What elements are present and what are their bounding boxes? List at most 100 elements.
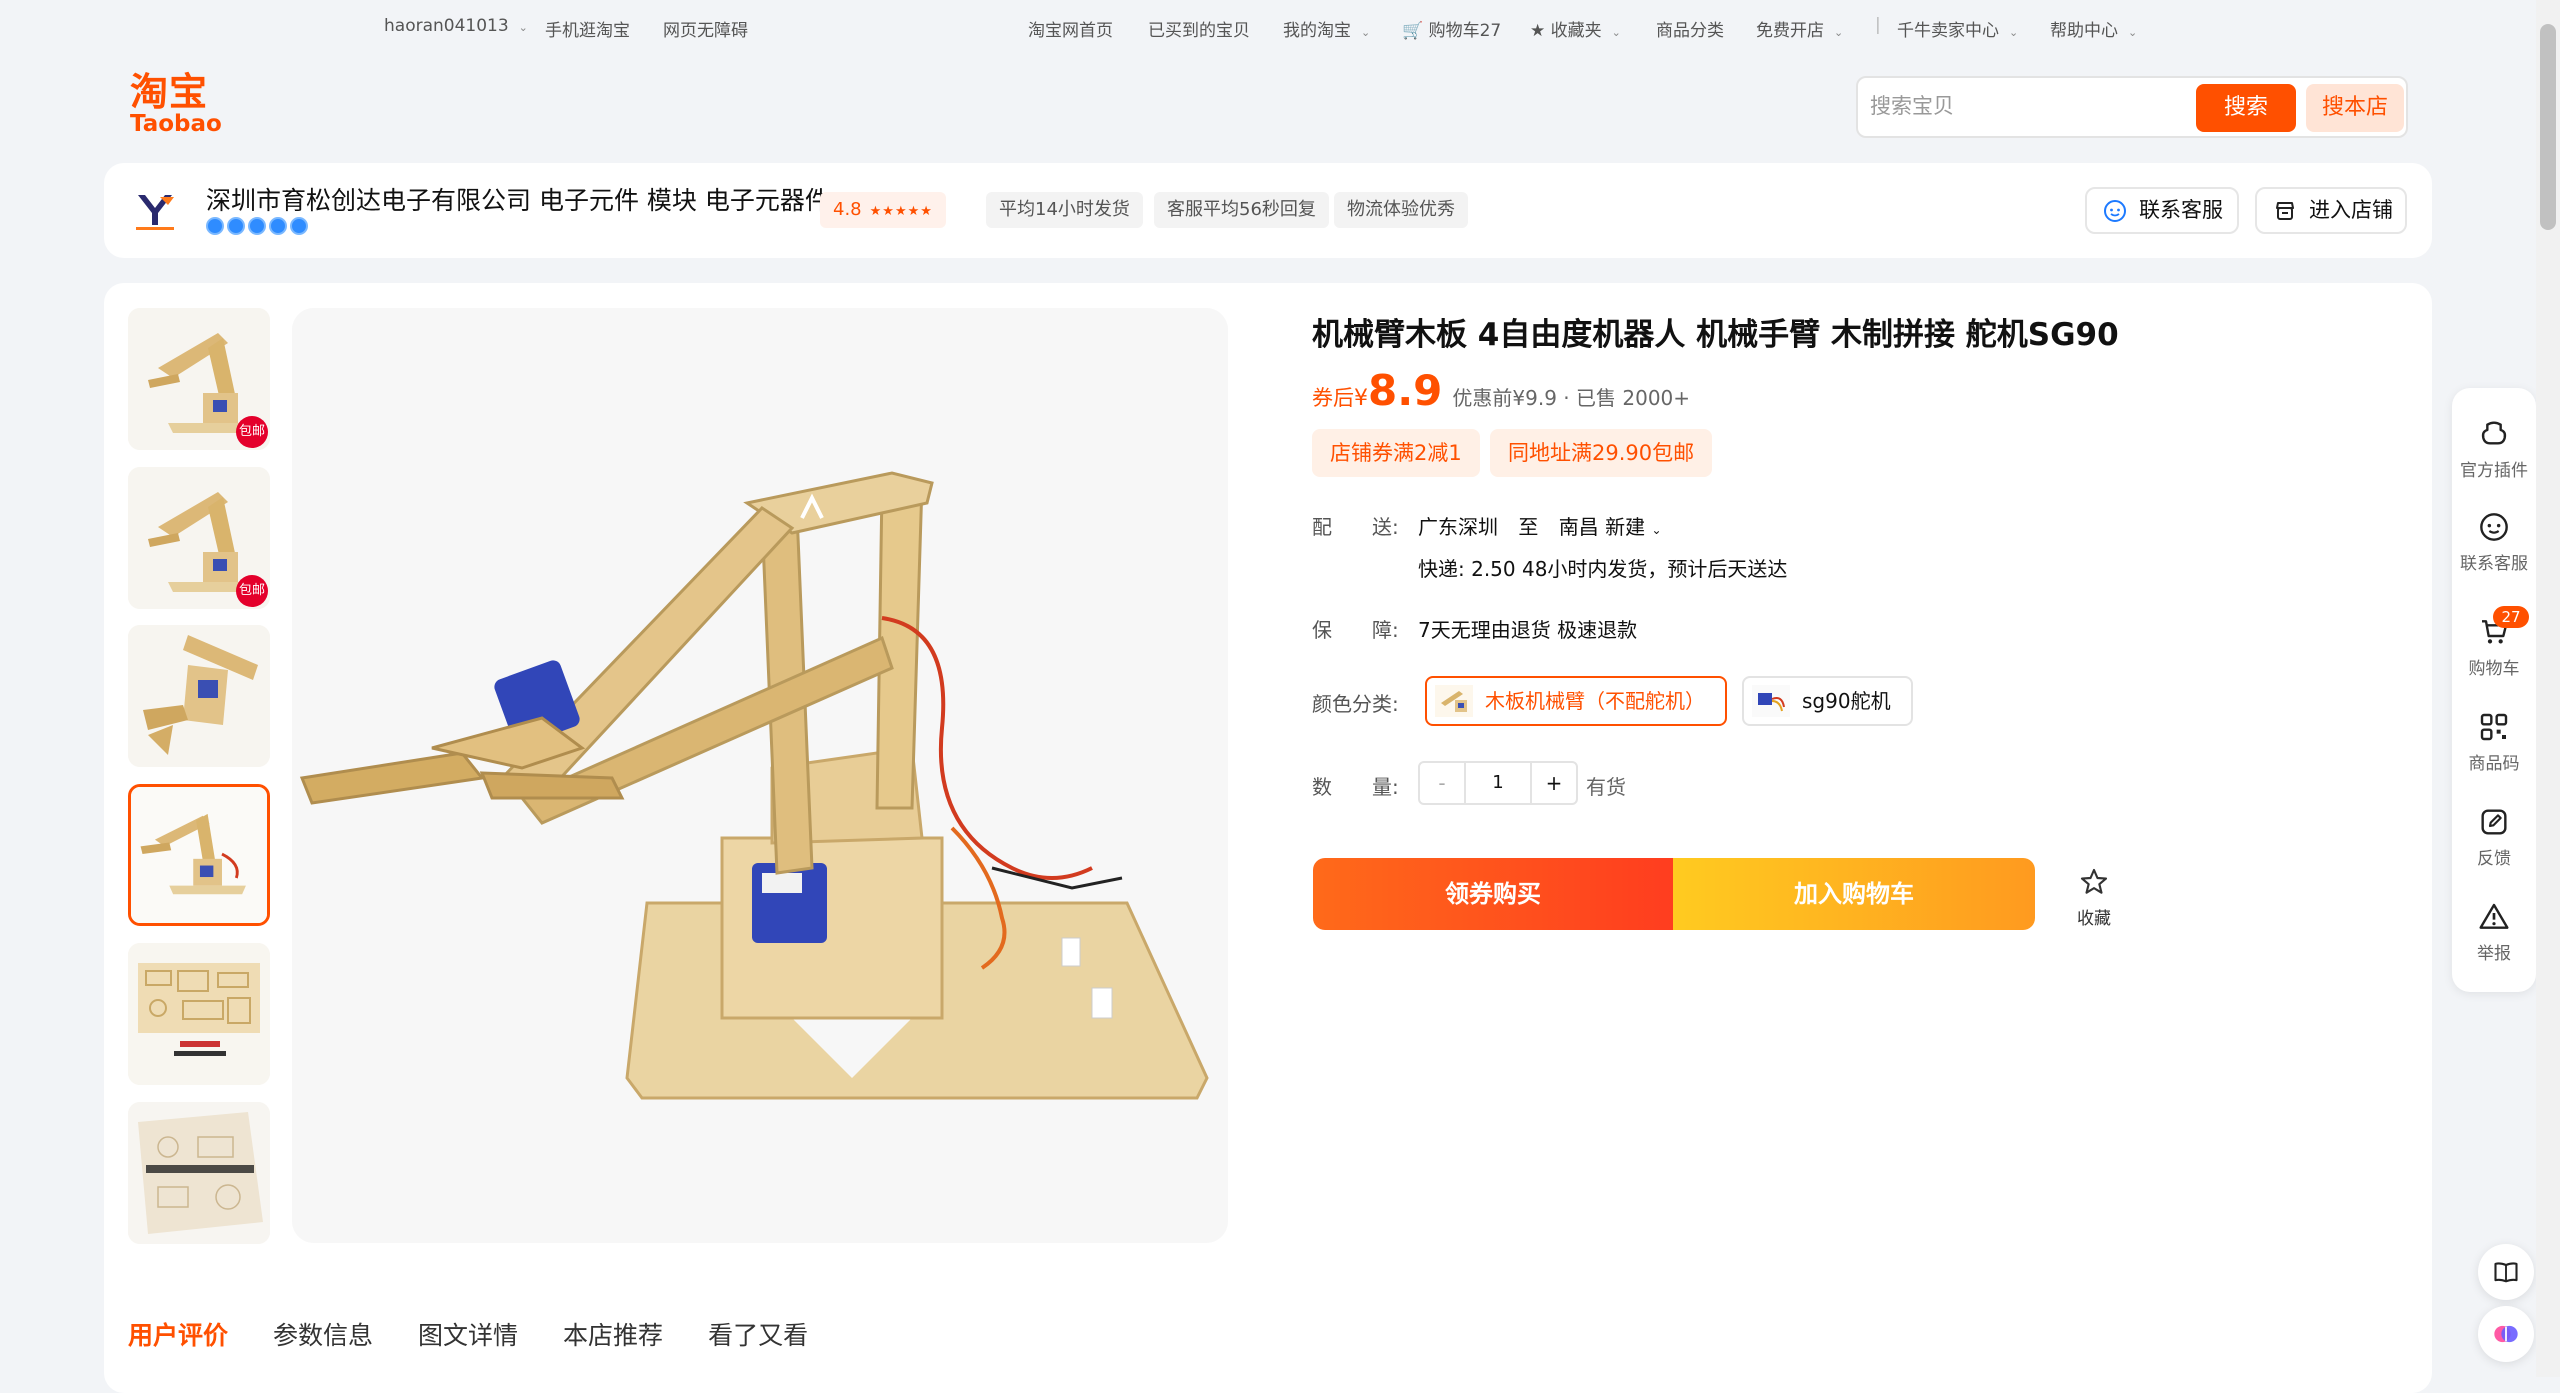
bought-items-link[interactable]: 已买到的宝贝 bbox=[1148, 16, 1250, 41]
taobao-home-link[interactable]: 淘宝网首页 bbox=[1028, 16, 1113, 41]
nav-divider: | bbox=[1875, 15, 1881, 35]
cart-label: 购物车 bbox=[2468, 659, 2520, 679]
enter-shop-button[interactable]: 进入店铺 bbox=[2255, 187, 2407, 234]
coupon-chip[interactable]: 店铺券满2减1 bbox=[1312, 429, 1480, 477]
taobao-logo[interactable]: 淘宝 Taobao bbox=[130, 72, 230, 136]
warning-icon bbox=[2479, 903, 2509, 929]
my-taobao-text: 我的淘宝 bbox=[1283, 21, 1351, 41]
open-shop-link[interactable]: 免费开店 ⌄ bbox=[1756, 16, 1843, 41]
rating-stars-icon: ★★★★★ bbox=[869, 204, 933, 219]
ship-from: 广东深圳 bbox=[1418, 515, 1498, 539]
official-plugin-button[interactable]: 官方插件 bbox=[2452, 418, 2536, 481]
color-label: 颜色分类: bbox=[1312, 692, 1399, 716]
logo-en: Taobao bbox=[130, 111, 222, 137]
cart-link[interactable]: 🛒 购物车27 bbox=[1402, 16, 1501, 41]
shop-rating: 4.8 ★★★★★ bbox=[820, 192, 946, 228]
seller-center-text: 千牛卖家中心 bbox=[1897, 21, 1999, 41]
quantity-plus-button[interactable]: + bbox=[1530, 763, 1576, 803]
tab-also-viewed[interactable]: 看了又看 bbox=[708, 1316, 808, 1352]
username-text: haoran041013 bbox=[384, 16, 509, 36]
my-taobao-link[interactable]: 我的淘宝 ⌄ bbox=[1283, 16, 1370, 41]
scrollbar-thumb[interactable] bbox=[2540, 24, 2556, 230]
qrcode-button[interactable]: 商品码 bbox=[2452, 711, 2536, 774]
favorite-button[interactable]: 收藏 bbox=[2059, 866, 2129, 929]
top-site-nav: haoran041013 ⌄ 手机逛淘宝 网页无障碍 淘宝网首页 已买到的宝贝 我… bbox=[0, 0, 2532, 54]
rating-value: 4.8 bbox=[833, 199, 862, 220]
product-thumbnail[interactable]: 包邮 bbox=[128, 467, 270, 609]
report-button[interactable]: 举报 bbox=[2452, 901, 2536, 964]
shop-name[interactable]: 深圳市育松创达电子有限公司 电子元件 模块 电子元器件 bbox=[206, 181, 830, 217]
service-label: 联系客服 bbox=[2460, 554, 2528, 574]
reply-time-chip: 客服平均56秒回复 bbox=[1154, 192, 1329, 228]
product-thumbnail[interactable] bbox=[128, 1102, 270, 1244]
quantity-stepper: - 1 + bbox=[1418, 761, 1578, 805]
sku-option-sg90[interactable]: sg90舵机 bbox=[1742, 676, 1913, 726]
tab-details[interactable]: 图文详情 bbox=[418, 1316, 518, 1352]
edit-icon bbox=[2481, 809, 2507, 835]
price-meta: 优惠前¥9.9 · 已售 2000+ bbox=[1452, 386, 1691, 410]
mobile-taobao-link[interactable]: 手机逛淘宝 bbox=[545, 16, 630, 41]
guarantee-value: 7天无理由退货 极速退款 bbox=[1418, 618, 1638, 642]
help-center-link[interactable]: 帮助中心 ⌄ bbox=[2050, 16, 2137, 41]
free-shipping-badge: 包邮 bbox=[236, 416, 268, 448]
sku-label: 木板机械臂（不配舵机） bbox=[1485, 689, 1705, 713]
enter-shop-label: 进入店铺 bbox=[2309, 198, 2393, 222]
book-icon bbox=[2494, 1262, 2518, 1283]
chevron-down-icon: ⌄ bbox=[1361, 26, 1371, 39]
product-thumbnail-active[interactable] bbox=[128, 784, 270, 926]
right-toolbar: 官方插件 联系客服 27 购物车 商品码 反馈 举报 bbox=[2452, 388, 2536, 992]
product-main-image[interactable] bbox=[292, 308, 1228, 1243]
ship-to-selector[interactable]: 南昌 新建 ⌄ bbox=[1559, 515, 1662, 539]
contact-service-button[interactable]: 联系客服 bbox=[2085, 187, 2239, 234]
star-icon: ★ bbox=[1530, 21, 1546, 41]
plugin-icon bbox=[2481, 421, 2507, 445]
tab-shop-recommend[interactable]: 本店推荐 bbox=[563, 1316, 663, 1352]
username-link[interactable]: haoran041013 ⌄ bbox=[384, 16, 528, 36]
search-bar: 搜索 搜本店 bbox=[1856, 76, 2408, 138]
tab-params[interactable]: 参数信息 bbox=[273, 1316, 373, 1352]
tab-reviews[interactable]: 用户评价 bbox=[128, 1316, 228, 1352]
ai-assistant-button[interactable] bbox=[2478, 1306, 2534, 1362]
toolbar-service-button[interactable]: 联系客服 bbox=[2452, 511, 2536, 574]
price-row: 券后¥8.9 优惠前¥9.9 · 已售 2000+ bbox=[1312, 366, 1690, 415]
buy-with-coupon-button[interactable]: 领券购买 bbox=[1313, 858, 1673, 930]
shop-credit-badges bbox=[206, 217, 311, 237]
open-shop-text: 免费开店 bbox=[1756, 21, 1824, 41]
seller-center-link[interactable]: 千牛卖家中心 ⌄ bbox=[1897, 16, 2018, 41]
feedback-button[interactable]: 反馈 bbox=[2452, 806, 2536, 869]
search-button[interactable]: 搜索 bbox=[2196, 84, 2296, 132]
detail-tabs: 用户评价 参数信息 图文详情 本店推荐 看了又看 bbox=[128, 1316, 853, 1352]
coupon-chip[interactable]: 同地址满29.90包邮 bbox=[1490, 429, 1713, 477]
product-main: 包邮 包邮 机械臂木板 4自由度机器人 机械手臂 木制拼接 舵机SG90 券后¥… bbox=[104, 283, 2432, 1393]
sku-label: sg90舵机 bbox=[1802, 689, 1891, 713]
product-thumbnail[interactable]: 包邮 bbox=[128, 308, 270, 450]
page-scrollbar[interactable] bbox=[2536, 0, 2560, 1377]
diamond-icon bbox=[227, 217, 245, 235]
ship-time-chip: 平均14小时发货 bbox=[986, 192, 1143, 228]
logo-cn: 淘宝 bbox=[130, 70, 209, 114]
shop-logo[interactable] bbox=[130, 185, 180, 235]
quantity-input[interactable]: 1 bbox=[1466, 763, 1530, 803]
search-shop-button[interactable]: 搜本店 bbox=[2306, 84, 2404, 132]
favorite-label: 收藏 bbox=[2077, 909, 2111, 929]
sku-option-wood-arm[interactable]: 木板机械臂（不配舵机） bbox=[1425, 676, 1727, 726]
shop-bar: 深圳市育松创达电子有限公司 电子元件 模块 电子元器件 4.8 ★★★★★ 平均1… bbox=[104, 163, 2432, 258]
logistics-chip: 物流体验优秀 bbox=[1334, 192, 1468, 228]
service-icon bbox=[2480, 513, 2508, 541]
cart-text: 购物车27 bbox=[1428, 21, 1502, 41]
categories-link[interactable]: 商品分类 bbox=[1656, 16, 1724, 41]
quantity-minus-button[interactable]: - bbox=[1420, 763, 1466, 803]
accessibility-link[interactable]: 网页无障碍 bbox=[663, 16, 748, 41]
search-input[interactable] bbox=[1868, 88, 2248, 126]
service-icon bbox=[2104, 200, 2126, 222]
favorites-link[interactable]: ★ 收藏夹 ⌄ bbox=[1530, 16, 1621, 41]
reading-mode-button[interactable] bbox=[2478, 1244, 2534, 1300]
add-to-cart-button[interactable]: 加入购物车 bbox=[1673, 858, 2035, 930]
product-thumbnail[interactable] bbox=[128, 625, 270, 767]
product-thumbnail[interactable] bbox=[128, 943, 270, 1085]
free-shipping-badge: 包邮 bbox=[236, 575, 268, 607]
product-title: 机械臂木板 4自由度机器人 机械手臂 木制拼接 舵机SG90 bbox=[1312, 317, 2119, 353]
sku-swatch-image bbox=[1435, 685, 1473, 717]
quantity-label: 数 量: bbox=[1312, 775, 1399, 799]
toolbar-cart-button[interactable]: 27 购物车 bbox=[2452, 606, 2536, 679]
